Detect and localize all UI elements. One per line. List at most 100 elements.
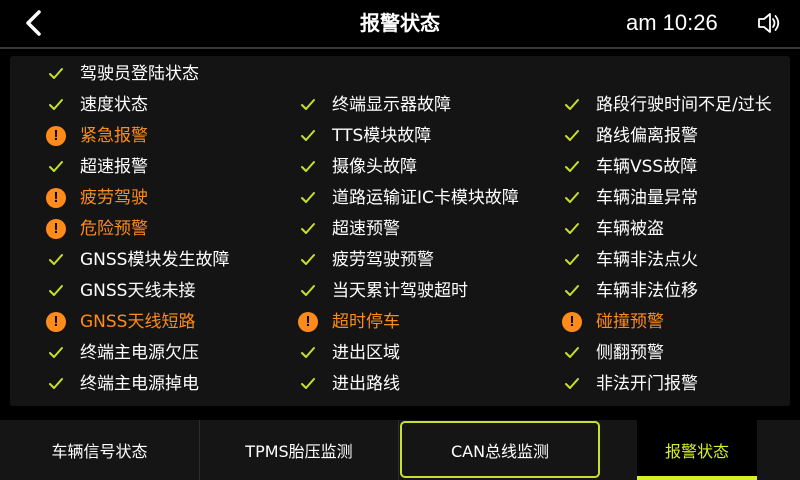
check-icon — [42, 91, 70, 119]
alarm-item-label: 终端主电源掉电 — [80, 374, 199, 394]
alarm-item-label: 超时停车 — [332, 312, 400, 332]
check-icon — [558, 122, 586, 150]
alarm-item-label: 车辆被盗 — [596, 219, 664, 239]
alarm-item-label: GNSS模块发生故障 — [80, 250, 230, 270]
header-bar: 报警状态 am 10:26 — [0, 0, 800, 46]
check-icon — [42, 339, 70, 367]
alarm-item: 终端显示器故障 — [294, 91, 451, 119]
tab-alarm-status[interactable]: 报警状态 — [637, 420, 757, 480]
alarm-item: 车辆油量异常 — [558, 184, 698, 212]
check-icon — [42, 277, 70, 305]
check-icon — [558, 91, 586, 119]
alarm-item: ! 紧急报警 — [42, 122, 148, 150]
check-icon — [294, 246, 322, 274]
alarm-item: 当天累计驾驶超时 — [294, 277, 468, 305]
tab-label: TPMS胎压监测 — [245, 442, 353, 461]
bottom-tab-bar: 车辆信号状态 TPMS胎压监测 CAN总线监测 报警状态 — [0, 420, 800, 480]
tab-vehicle-signal[interactable]: 车辆信号状态 — [0, 420, 200, 480]
alarm-item: ! 危险预警 — [42, 215, 148, 243]
alarm-item-label: 疲劳驾驶预警 — [332, 250, 434, 270]
tab-label: 报警状态 — [664, 442, 729, 461]
alarm-item: 超速预警 — [294, 215, 400, 243]
alarm-item: 车辆非法位移 — [558, 277, 698, 305]
alarm-item-label: 碰撞预警 — [596, 312, 664, 332]
alarm-item-label: 非法开门报警 — [596, 374, 698, 394]
alarm-status-panel: 驾驶员登陆状态 速度状态! 紧急报警 超速报警! 疲劳驾驶 ! 危险预警 GNSS模块发生故障… — [10, 56, 790, 406]
check-icon — [294, 339, 322, 367]
alarm-item-label: 进出区域 — [332, 343, 400, 363]
check-icon — [42, 370, 70, 398]
alarm-item: GNSS天线未接 — [42, 277, 195, 305]
tab-label: 车辆信号状态 — [51, 442, 148, 461]
check-icon — [558, 246, 586, 274]
alarm-item-label: GNSS天线短路 — [80, 312, 196, 332]
alarm-item: ! 疲劳驾驶 — [42, 184, 148, 212]
alarm-item: 速度状态 — [42, 91, 148, 119]
alarm-item-label: 进出路线 — [332, 374, 400, 394]
check-icon — [558, 277, 586, 305]
alarm-item-label: 疲劳驾驶 — [80, 188, 148, 208]
alarm-item: 侧翻预警 — [558, 339, 664, 367]
alarm-item-label: 速度状态 — [80, 95, 148, 115]
check-icon — [558, 153, 586, 181]
check-icon — [558, 215, 586, 243]
alarm-item-label: 超速报警 — [80, 157, 148, 177]
alarm-item-label: 车辆VSS故障 — [596, 157, 698, 177]
alarm-item: ! GNSS天线短路 — [42, 308, 195, 336]
alarm-item-label: 当天累计驾驶超时 — [332, 281, 468, 301]
speaker-icon[interactable] — [756, 10, 782, 36]
alarm-item: ! 超时停车 — [294, 308, 400, 336]
alarm-item-label: 摄像头故障 — [332, 157, 417, 177]
tab-tpms[interactable]: TPMS胎压监测 — [200, 420, 399, 480]
alarm-item-label: 车辆非法点火 — [596, 250, 698, 270]
alarm-item: TTS模块故障 — [294, 122, 431, 150]
alarm-item: 路线偏离报警 — [558, 122, 698, 150]
alarm-item-label: 道路运输证IC卡模块故障 — [332, 188, 519, 208]
alarm-item-label: 路线偏离报警 — [596, 126, 698, 146]
check-icon — [42, 60, 70, 88]
alarm-item: 车辆VSS故障 — [558, 153, 697, 181]
alarm-item-label: 超速预警 — [332, 219, 400, 239]
alarm-item: 车辆非法点火 — [558, 246, 698, 274]
check-icon — [558, 339, 586, 367]
alarm-item: 摄像头故障 — [294, 153, 417, 181]
alarm-item: 车辆被盗 — [558, 215, 664, 243]
alarm-item: 疲劳驾驶预警 — [294, 246, 434, 274]
alarm-item-label: 紧急报警 — [80, 126, 148, 146]
warning-icon: ! — [42, 122, 70, 150]
check-icon — [294, 370, 322, 398]
alarm-item: 非法开门报警 — [558, 370, 698, 398]
check-icon — [294, 184, 322, 212]
alarm-item-label: 侧翻预警 — [596, 343, 664, 363]
tab-label: CAN总线监测 — [450, 441, 550, 461]
check-icon — [42, 153, 70, 181]
check-icon — [294, 215, 322, 243]
alarm-item-label: 车辆非法位移 — [596, 281, 698, 301]
alarm-item-label: 车辆油量异常 — [596, 188, 698, 208]
check-icon — [42, 246, 70, 274]
alarm-item-label: TTS模块故障 — [332, 126, 432, 146]
warning-icon: ! — [294, 308, 322, 336]
check-icon — [294, 277, 322, 305]
alarm-item: 道路运输证IC卡模块故障 — [294, 184, 519, 212]
alarm-item: 终端主电源欠压 — [42, 339, 199, 367]
tab-can-bus[interactable]: CAN总线监测 — [400, 421, 600, 478]
alarm-item: 进出区域 — [294, 339, 400, 367]
alarm-item: GNSS模块发生故障 — [42, 246, 229, 274]
check-icon — [558, 370, 586, 398]
clock-display: am 10:26 — [626, 10, 718, 35]
check-icon — [294, 122, 322, 150]
check-icon — [558, 184, 586, 212]
warning-icon: ! — [42, 215, 70, 243]
alarm-item: 路段行驶时间不足/过长 — [558, 91, 772, 119]
alarm-item-label: 终端显示器故障 — [332, 95, 451, 115]
alarm-item-label: GNSS天线未接 — [80, 281, 196, 301]
warning-icon: ! — [42, 308, 70, 336]
alarm-item-label: 终端主电源欠压 — [80, 343, 199, 363]
alarm-item: 超速报警 — [42, 153, 148, 181]
check-icon — [294, 91, 322, 119]
back-arrow-icon[interactable] — [20, 8, 50, 38]
warning-icon: ! — [42, 184, 70, 212]
alarm-item-label: 驾驶员登陆状态 — [80, 64, 199, 84]
alarm-item: 终端主电源掉电 — [42, 370, 199, 398]
